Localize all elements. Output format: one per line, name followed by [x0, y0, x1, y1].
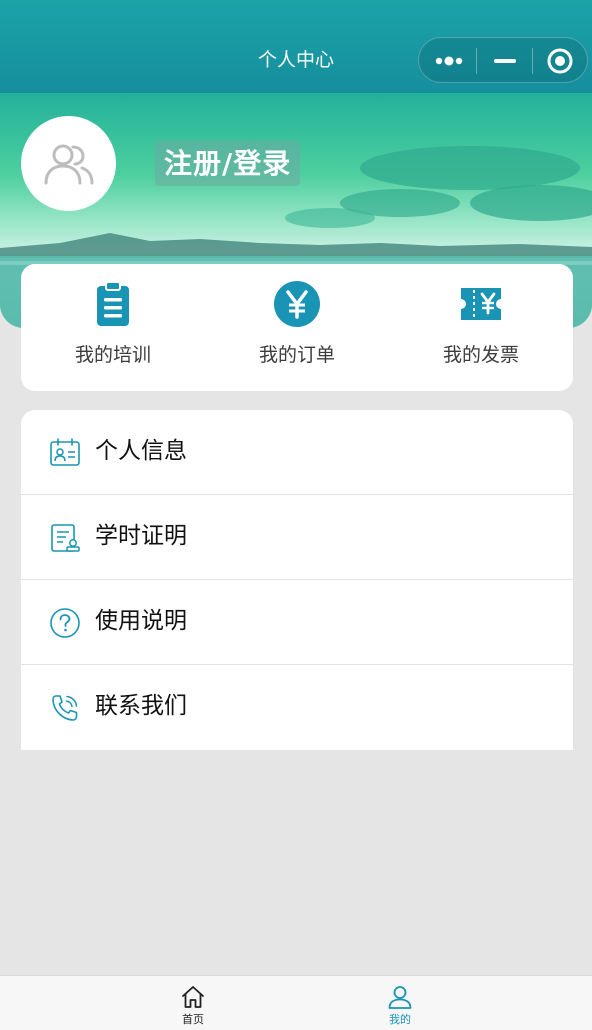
certificate-icon — [51, 524, 80, 552]
menu-item-label: 个人信息 — [95, 438, 187, 464]
quick-link-label: 我的订单 — [258, 344, 335, 366]
menu-item-label: 使用说明 — [95, 608, 187, 634]
mini-program-capsule — [418, 37, 588, 83]
tab-label: 我的 — [389, 1013, 411, 1026]
tab-home[interactable]: 首页 — [153, 976, 233, 1030]
menu-item-study-hours-certificate[interactable]: 学时证明 — [21, 495, 573, 580]
tab-label: 首页 — [182, 1013, 204, 1026]
menu-list: 个人信息 学时证明 使用说明 联系我们 — [21, 410, 573, 750]
quick-link-label: 我的培训 — [74, 344, 151, 366]
nav-bar: 个人中心 — [0, 0, 592, 93]
quick-link-label: 我的发票 — [442, 344, 519, 366]
minimize-icon[interactable] — [477, 38, 533, 84]
avatar[interactable] — [21, 116, 116, 211]
quick-link-my-training[interactable]: 我的培训 — [21, 264, 205, 391]
quick-link-my-orders[interactable]: 我的订单 — [205, 264, 389, 391]
menu-item-contact-us[interactable]: 联系我们 — [21, 665, 573, 750]
users-icon — [44, 144, 93, 184]
quick-links-card: 我的培训 我的订单 我的发票 — [21, 264, 573, 391]
tab-mine[interactable]: 我的 — [360, 976, 440, 1030]
invoice-ticket-icon — [461, 288, 501, 320]
menu-item-personal-info[interactable]: 个人信息 — [21, 410, 573, 495]
clipboard-icon — [97, 281, 129, 326]
help-circle-icon — [50, 608, 80, 638]
register-login-button[interactable]: 注册/登录 — [155, 141, 301, 186]
menu-item-label: 学时证明 — [95, 523, 187, 549]
menu-item-label: 联系我们 — [95, 693, 187, 719]
yen-circle-icon — [274, 281, 320, 327]
target-close-icon[interactable] — [532, 38, 588, 84]
user-icon — [388, 986, 412, 1009]
more-dots-icon[interactable] — [421, 38, 477, 84]
id-card-icon — [50, 438, 80, 466]
home-icon — [182, 986, 204, 1008]
quick-link-my-invoices[interactable]: 我的发票 — [389, 264, 573, 391]
menu-item-instructions[interactable]: 使用说明 — [21, 580, 573, 665]
tab-bar: 首页 我的 — [0, 975, 592, 1030]
phone-icon — [52, 695, 78, 721]
profile-page: 个人中心 注册/登录 我的培训 我的订单 我的发票 个人信息 学时证明 使用说明… — [0, 0, 592, 1030]
